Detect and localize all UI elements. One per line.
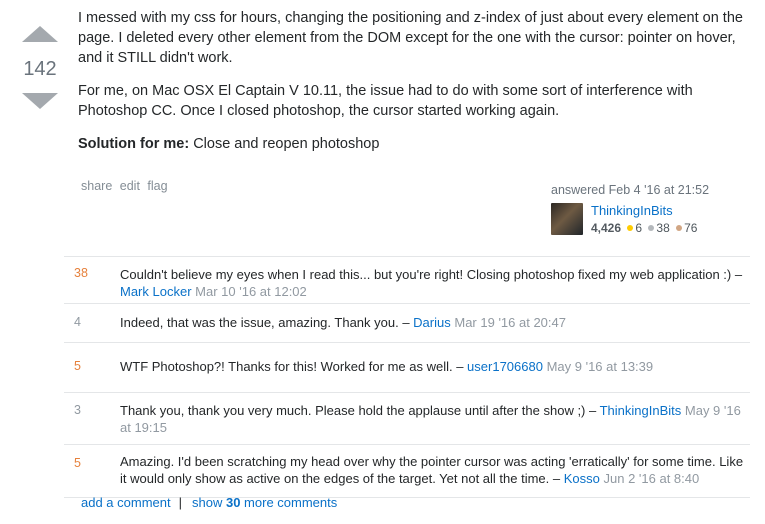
comment-score: 3	[74, 403, 81, 417]
gold-badge-icon	[627, 225, 634, 231]
post-actions: share edit flag	[81, 179, 172, 193]
comment-score: 5	[74, 456, 81, 470]
solution-text: Close and reopen photoshop	[189, 136, 380, 152]
user-name-link[interactable]: ThinkingInBits	[591, 203, 697, 219]
comment-date[interactable]: Jun 2 '16 at 8:40	[604, 471, 700, 486]
comments-footer: add a comment | show 30 more comments	[81, 495, 337, 510]
show-more-count: 30	[225, 495, 241, 510]
share-link[interactable]: share	[81, 179, 112, 193]
comment-item: 5 WTF Photoshop?! Thanks for this! Worke…	[64, 343, 750, 393]
comment-score: 38	[74, 266, 88, 280]
comment-user-link[interactable]: Darius	[413, 315, 451, 330]
vote-score: 142	[23, 58, 57, 80]
comment-body: Amazing. I'd been scratching my head ove…	[120, 453, 745, 487]
add-comment-link[interactable]: add a comment	[81, 495, 171, 510]
show-more-comments-link[interactable]: show 30 more comments	[192, 495, 337, 510]
reputation-score: 4,426	[591, 221, 622, 235]
comment-user-link[interactable]: user1706680	[467, 359, 543, 374]
comment-date[interactable]: May 9 '16 at 13:39	[547, 359, 654, 374]
upvote-arrow-icon[interactable]	[22, 26, 58, 42]
comment-text: Indeed, that was the issue, amazing. Tha…	[120, 315, 414, 330]
comment-body: WTF Photoshop?! Thanks for this! Worked …	[120, 358, 745, 375]
downvote-arrow-icon[interactable]	[22, 93, 58, 109]
comment-date[interactable]: Mar 19 '16 at 20:47	[454, 315, 566, 330]
comment-text: Thank you, thank you very much. Please h…	[120, 403, 600, 418]
vote-panel: 142	[22, 26, 58, 109]
comment-user-link[interactable]: ThinkingInBits	[600, 403, 682, 418]
comment-text: Couldn't believe my eyes when I read thi…	[120, 267, 743, 282]
answer-body: I messed with my css for hours, changing…	[78, 8, 748, 167]
answered-timestamp[interactable]: answered Feb 4 '16 at 21:52	[551, 183, 741, 197]
gold-badge-count: 6	[635, 221, 643, 235]
comment-item: 38 Couldn't believe my eyes when I read …	[64, 257, 750, 304]
comments-list: 38 Couldn't believe my eyes when I read …	[64, 256, 750, 498]
answer-paragraph-1: I messed with my css for hours, changing…	[78, 10, 743, 66]
solution-label: Solution for me:	[78, 136, 190, 152]
reputation-line: 4,426 6 38 76	[591, 221, 697, 235]
avatar[interactable]	[551, 203, 583, 235]
comment-item: 4 Indeed, that was the issue, amazing. T…	[64, 304, 750, 343]
comment-body: Couldn't believe my eyes when I read thi…	[120, 266, 745, 300]
comment-item: 5 Amazing. I'd been scratching my head o…	[64, 445, 750, 498]
show-more-prefix: show	[192, 495, 226, 510]
show-more-suffix: more comments	[240, 495, 338, 510]
comment-user-link[interactable]: Mark Locker	[120, 284, 192, 299]
comment-user-link[interactable]: Kosso	[564, 471, 600, 486]
silver-badge-icon	[648, 225, 655, 231]
bronze-badge-count: 76	[684, 221, 698, 235]
comment-score: 5	[74, 359, 81, 373]
flag-link[interactable]: flag	[147, 179, 167, 193]
edit-link[interactable]: edit	[120, 179, 140, 193]
bronze-badge-icon	[676, 225, 683, 231]
silver-badge-count: 38	[656, 221, 670, 235]
comment-text: WTF Photoshop?! Thanks for this! Worked …	[120, 359, 468, 374]
comment-body: Thank you, thank you very much. Please h…	[120, 402, 745, 436]
comment-date[interactable]: Mar 10 '16 at 12:02	[195, 284, 307, 299]
footer-separator: |	[178, 495, 182, 510]
answer-solution: Solution for me: Close and reopen photos…	[78, 134, 748, 154]
comment-score: 4	[74, 315, 81, 329]
answer-paragraph-2: For me, on Mac OSX El Captain V 10.11, t…	[78, 83, 693, 119]
comment-body: Indeed, that was the issue, amazing. Tha…	[120, 314, 745, 331]
comment-item: 3 Thank you, thank you very much. Please…	[64, 393, 750, 445]
user-signature: answered Feb 4 '16 at 21:52 ThinkingInBi…	[551, 183, 741, 235]
